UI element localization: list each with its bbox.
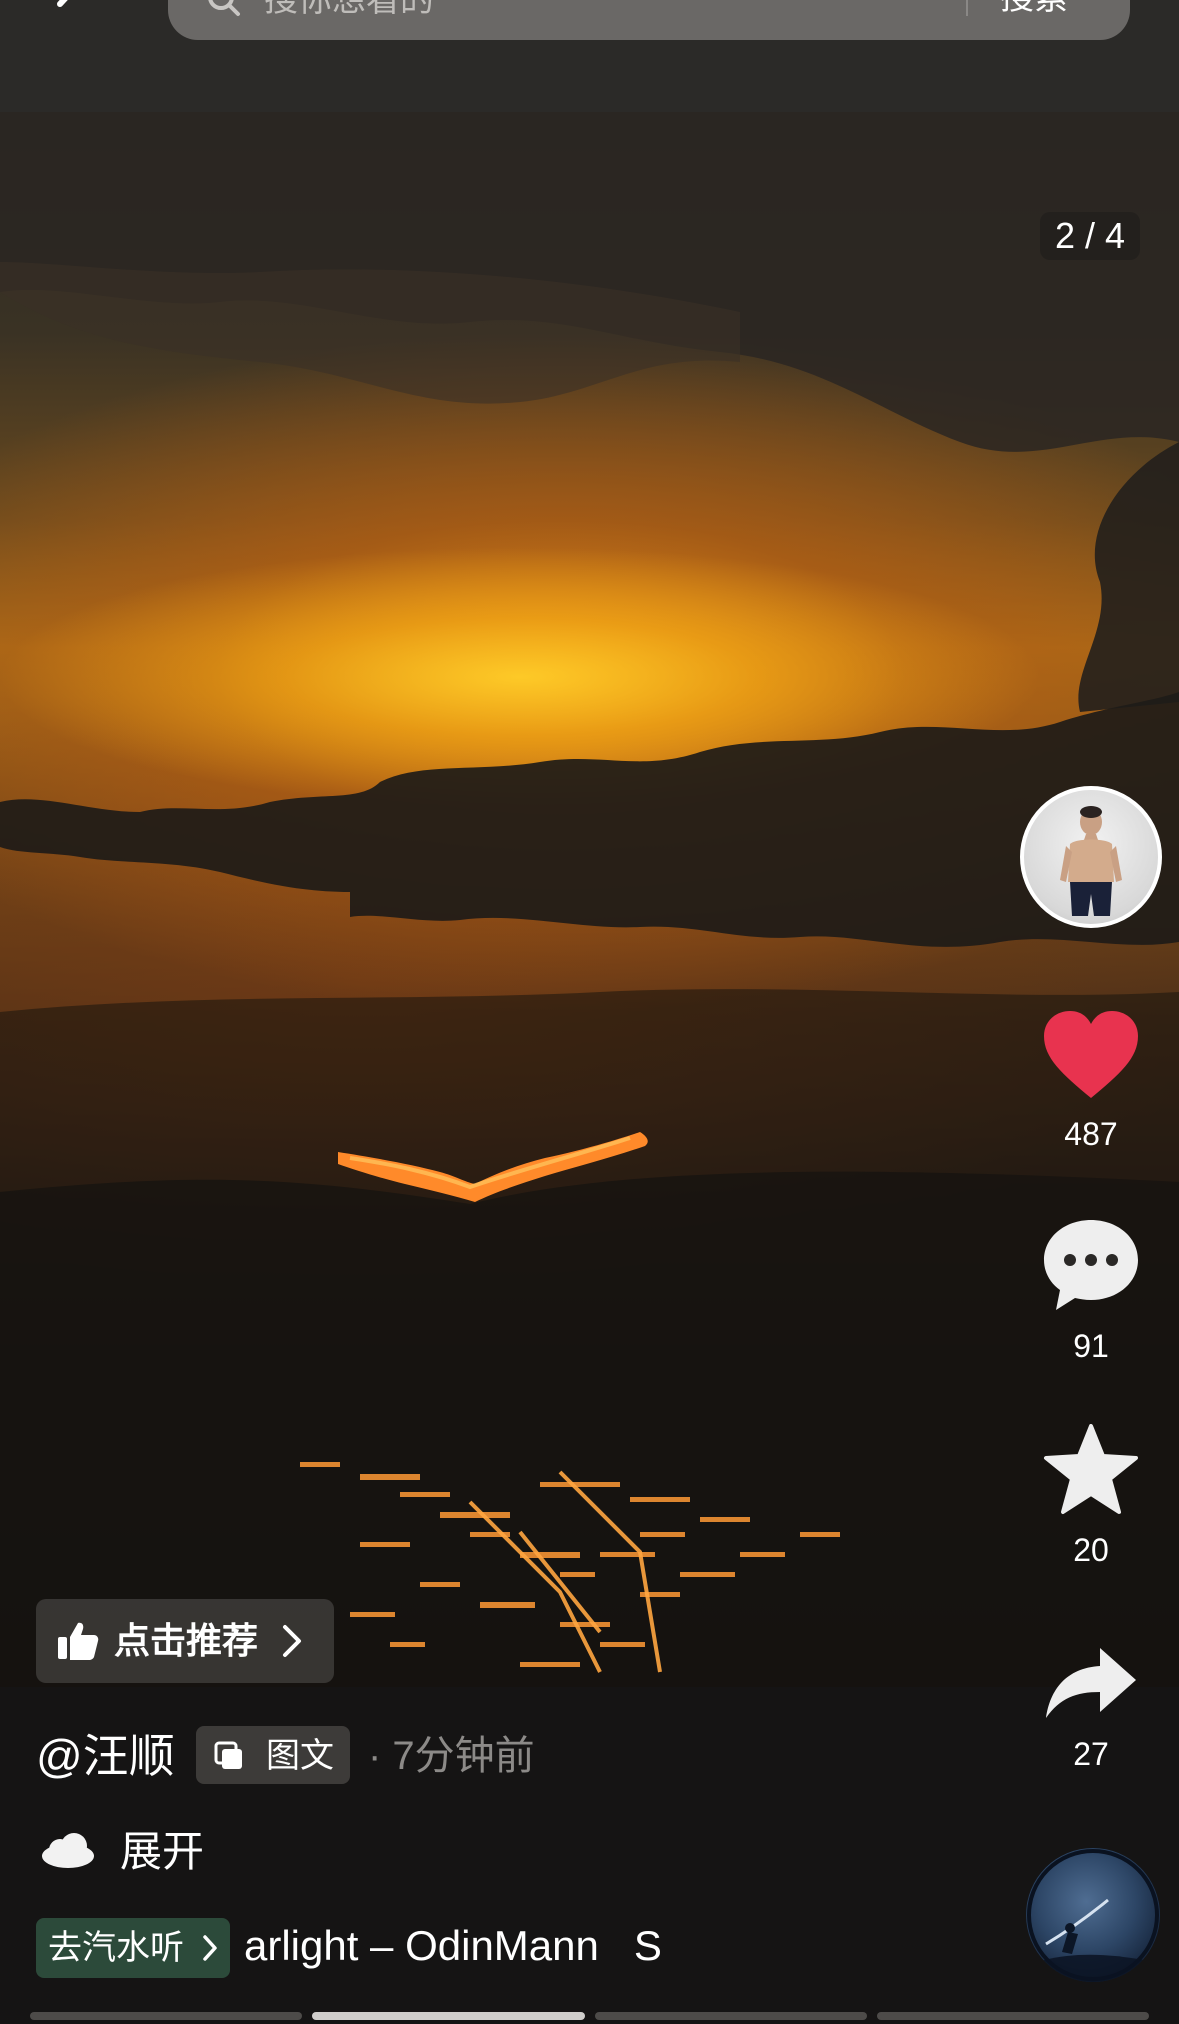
music-cover-art [1027, 1849, 1159, 1982]
comment-count: 91 [1073, 1328, 1109, 1364]
comment-button[interactable]: 91 [1021, 1218, 1161, 1366]
star-icon [1044, 1424, 1138, 1514]
share-arrow-icon [1046, 1648, 1136, 1718]
thumbs-up-icon [58, 1622, 99, 1660]
page-indicator: 2 / 4 [1040, 212, 1140, 260]
top-bar: 搜你想看的 搜索 [0, 0, 1179, 112]
recommend-button[interactable]: 点击推荐 [36, 1599, 334, 1683]
post-type-badge: 图文 [196, 1726, 350, 1784]
heart-icon [1044, 1011, 1138, 1098]
favorite-button[interactable]: 20 [1021, 1424, 1161, 1570]
sunset-scene [0, 112, 1179, 1687]
post-type-label: 图文 [266, 1737, 334, 1775]
like-count: 487 [1064, 1116, 1118, 1152]
screen: 搜你想看的 搜索 [0, 0, 1179, 2024]
recommend-label: 点击推荐 [114, 1620, 259, 1661]
progress-segment-current [312, 2012, 585, 2020]
search-divider [966, 0, 968, 16]
share-count: 27 [1073, 1736, 1109, 1772]
image-text-icon [214, 1741, 242, 1769]
favorite-count: 20 [1073, 1532, 1109, 1568]
chevron-right-icon [283, 1625, 301, 1657]
search-button[interactable]: 搜索 [1000, 0, 1068, 20]
search-placeholder: 搜你想看的 [264, 0, 434, 19]
like-button[interactable]: 487 [1021, 1010, 1161, 1154]
post-photo[interactable]: 2 / 4 [0, 112, 1179, 1687]
chevron-right-icon [203, 1935, 217, 1961]
post-time: · 7分钟前 [368, 1734, 535, 1778]
open-music-label: 去汽水听 [48, 1929, 184, 1967]
progress-segment [876, 2012, 1149, 2020]
author-avatar[interactable] [1020, 786, 1162, 928]
search-icon [204, 0, 244, 20]
music-title: arlight – OdinMann S [244, 1922, 662, 1969]
back-arrow-icon [57, 0, 68, 7]
music-disc[interactable] [1026, 1848, 1160, 1982]
author-name[interactable]: @汪顺 [36, 1730, 175, 1782]
back-button[interactable] [40, 0, 110, 40]
progress-segment [30, 2012, 303, 2020]
music-title-ticker[interactable]: arlight – OdinMann S [244, 1916, 724, 1976]
cloud-icon [42, 1833, 94, 1868]
search-input[interactable]: 搜你想看的 搜索 [168, 0, 1130, 40]
slide-progress [30, 2012, 1149, 2020]
share-button[interactable]: 27 [1021, 1646, 1161, 1774]
expand-link[interactable]: 展开 [120, 1826, 204, 1878]
open-music-button[interactable]: 去汽水听 [36, 1918, 230, 1978]
avatar-figure [1060, 806, 1122, 916]
progress-segment [594, 2012, 867, 2020]
comment-bubble-icon [1044, 1220, 1138, 1310]
